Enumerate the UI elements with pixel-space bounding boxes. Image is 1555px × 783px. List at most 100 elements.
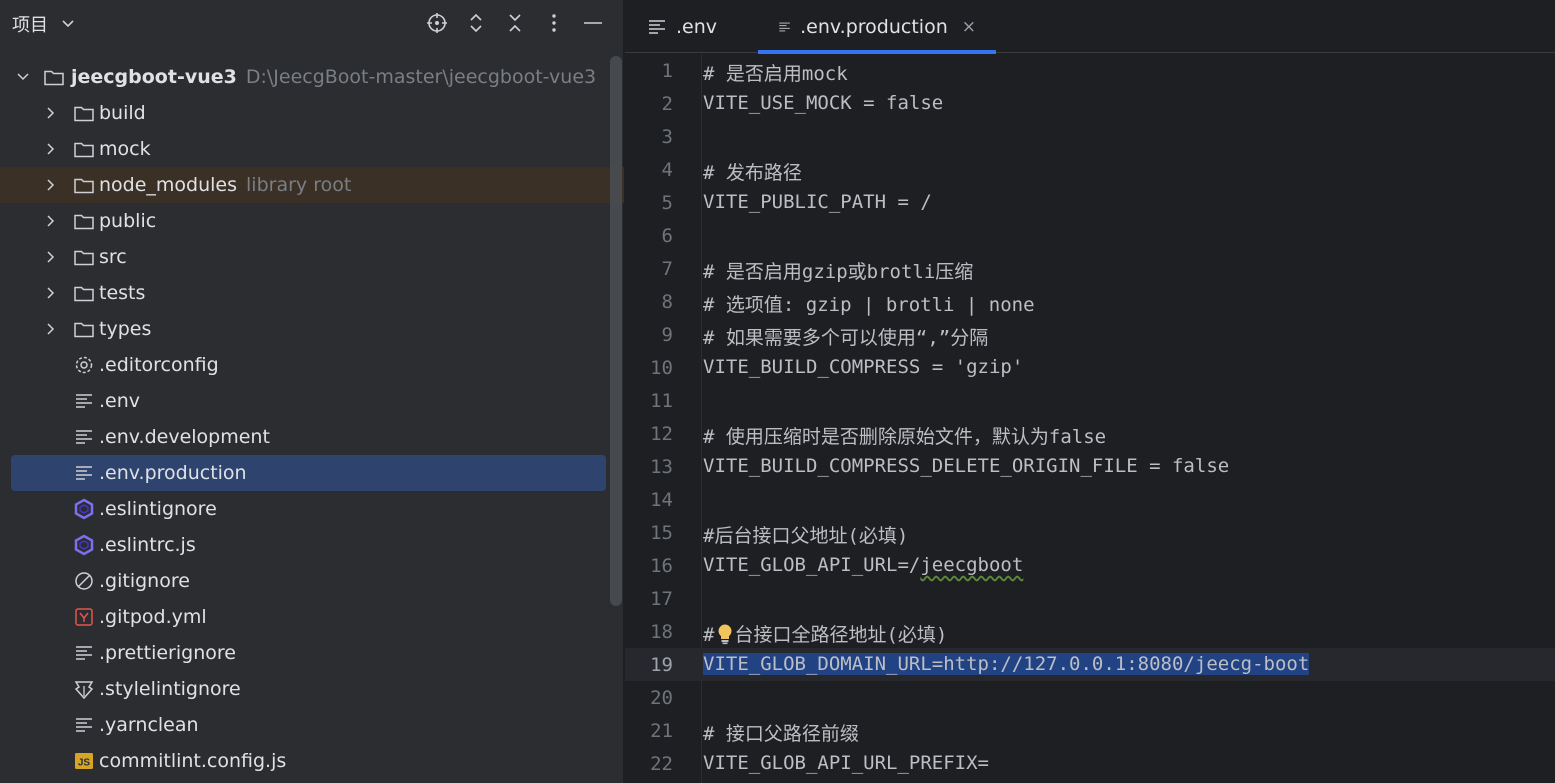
code-line[interactable]: 15 #后台接口父地址(必填) [625, 516, 1555, 549]
code-line[interactable]: 10 VITE_BUILD_COMPRESS = 'gzip' [625, 351, 1555, 384]
line-text: VITE_BUILD_COMPRESS = 'gzip' [703, 356, 1024, 378]
code-line[interactable]: 21 # 接口父路径前缀 [625, 714, 1555, 747]
chevron-right-icon[interactable] [43, 249, 59, 265]
line-number: 13 [650, 456, 673, 478]
folder-icon [73, 138, 95, 160]
chevron-right-icon[interactable] [43, 321, 59, 337]
tab-label: .env [676, 15, 718, 38]
tab-env-production[interactable]: .env.production × [758, 0, 996, 54]
code-line[interactable]: 16 VITE_GLOB_API_URL=/jeecgboot [625, 549, 1555, 582]
yaml-icon [73, 606, 95, 628]
spelling-warning-text[interactable]: jeecgboot [920, 554, 1023, 576]
code-line[interactable]: 13 VITE_BUILD_COMPRESS_DELETE_ORIGIN_FILE… [625, 450, 1555, 483]
code-line[interactable]: 20 [625, 681, 1555, 714]
chevron-right-icon[interactable] [43, 213, 59, 229]
line-number: 5 [661, 192, 673, 214]
code-line[interactable]: 12 # 使用压缩时是否删除原始文件，默认为false [625, 417, 1555, 450]
tab-env[interactable]: .env [647, 0, 717, 53]
chevron-down-icon[interactable] [15, 69, 31, 85]
project-scrollbar[interactable] [610, 56, 622, 606]
tree-item-name: commitlint.config.js [99, 750, 287, 772]
code-line[interactable]: 1 # 是否启用mock [625, 54, 1555, 87]
code-line[interactable]: 4 # 发布路径 [625, 153, 1555, 186]
chevron-right-icon[interactable] [43, 105, 59, 121]
tree-file-row[interactable]: .env.production [11, 455, 606, 491]
line-text: VITE_PUBLIC_PATH = / [703, 191, 932, 213]
collapse-all-icon[interactable] [503, 11, 527, 35]
tree-item-name: .env.production [99, 462, 247, 484]
tree-file-row[interactable]: .gitignore [0, 563, 624, 599]
tree-file-row[interactable]: .eslintrc.js [0, 527, 624, 563]
line-number: 3 [661, 126, 673, 148]
line-number: 17 [650, 588, 673, 610]
project-panel: 项目 jeecgboot-vue3 D:\JeecgBoot-master\je… [0, 0, 624, 783]
tree-file-row[interactable]: .yarnclean [0, 707, 624, 743]
tree-item-name: .eslintignore [99, 498, 217, 520]
line-text-prefix: VITE_GLOB_API_URL=/ [703, 554, 921, 576]
code-line[interactable]: 3 [625, 120, 1555, 153]
line-text: # 是否启用gzip或brotli压缩 [703, 261, 974, 283]
chevron-right-icon[interactable] [43, 177, 59, 193]
code-line[interactable]: 11 [625, 384, 1555, 417]
code-line[interactable]: 9 # 如果需要多个可以使用“,”分隔 [625, 318, 1555, 351]
code-line[interactable]: 17 [625, 582, 1555, 615]
tree-folder-row[interactable]: src [0, 239, 624, 275]
code-line[interactable]: 19 VITE_GLOB_DOMAIN_URL=http://127.0.0.1:… [625, 648, 1555, 681]
chevron-down-icon[interactable] [58, 13, 78, 33]
tree-folder-row[interactable]: node_modules library root [0, 167, 624, 203]
code-line[interactable]: 2 VITE_USE_MOCK = false [625, 87, 1555, 120]
tree-file-row[interactable]: .stylelintignore [0, 671, 624, 707]
minimize-icon[interactable] [581, 11, 605, 35]
tree-file-row[interactable]: .env [0, 383, 624, 419]
eslint-icon [73, 534, 95, 556]
chevron-right-icon[interactable] [43, 285, 59, 301]
line-text: # 台接口全路径地址(必填) [703, 620, 947, 647]
line-number: 21 [650, 720, 673, 742]
line-number: 6 [661, 225, 673, 247]
line-text-rest: 台接口全路径地址(必填) [734, 624, 948, 646]
code-line[interactable]: 6 [625, 219, 1555, 252]
lightbulb-icon[interactable] [716, 623, 734, 645]
expand-all-icon[interactable] [464, 11, 488, 35]
tree-item-name: mock [99, 138, 151, 160]
tree-folder-row[interactable]: public [0, 203, 624, 239]
close-icon[interactable]: × [962, 17, 976, 37]
tree-folder-row[interactable]: types [0, 311, 624, 347]
tree-root-path: D:\JeecgBoot-master\jeecgboot-vue3 [245, 66, 597, 88]
code-line[interactable]: 18 # 台接口全路径地址(必填) [625, 615, 1555, 648]
tree-file-row[interactable]: JS commitlint.config.js [0, 743, 624, 779]
folder-icon [73, 246, 95, 268]
tree-root-name: jeecgboot-vue3 [71, 66, 237, 88]
stylelint-icon [73, 678, 95, 700]
tree-root-row[interactable]: jeecgboot-vue3 D:\JeecgBoot-master\jeecgb… [0, 59, 624, 95]
more-options-icon[interactable] [542, 11, 566, 35]
code-line[interactable]: 7 # 是否启用gzip或brotli压缩 [625, 252, 1555, 285]
tree-file-row[interactable]: .eslintignore [0, 491, 624, 527]
tree-file-row[interactable]: .gitpod.yml [0, 599, 624, 635]
tree-item-name: types [99, 318, 152, 340]
chevron-right-icon[interactable] [43, 141, 59, 157]
tree-folder-row[interactable]: build [0, 95, 624, 131]
tree-file-row[interactable]: .prettierignore [0, 635, 624, 671]
code-line[interactable]: 14 [625, 483, 1555, 516]
folder-icon [73, 174, 95, 196]
panel-title[interactable]: 项目 [12, 11, 48, 37]
javascript-icon: JS [73, 750, 95, 772]
tree-folder-row[interactable]: tests [0, 275, 624, 311]
ignore-icon [73, 570, 95, 592]
tree-file-row[interactable]: .editorconfig [0, 347, 624, 383]
tree-item-name: build [99, 102, 146, 124]
tree-file-row[interactable]: .env.development [0, 419, 624, 455]
editor-area: .env .env.production × 1 # 是否启用mock 2 VITE_… [625, 0, 1555, 783]
line-text: VITE_USE_MOCK = false [703, 92, 944, 114]
line-text: VITE_GLOB_API_URL_PREFIX= [703, 752, 989, 774]
code-line[interactable]: 8 # 选项值: gzip | brotli | none [625, 285, 1555, 318]
editor-tab-bar: .env .env.production × [625, 0, 1555, 54]
tree-folder-row[interactable]: mock [0, 131, 624, 167]
code-line[interactable]: 22 VITE_GLOB_API_URL_PREFIX= [625, 747, 1555, 780]
code-line[interactable]: 5 VITE_PUBLIC_PATH = / [625, 186, 1555, 219]
tree-item-name: public [99, 210, 157, 232]
svg-text:JS: JS [78, 758, 91, 769]
line-text: VITE_GLOB_DOMAIN_URL=http://127.0.0.1:80… [703, 653, 1310, 675]
locate-icon[interactable] [425, 11, 449, 35]
